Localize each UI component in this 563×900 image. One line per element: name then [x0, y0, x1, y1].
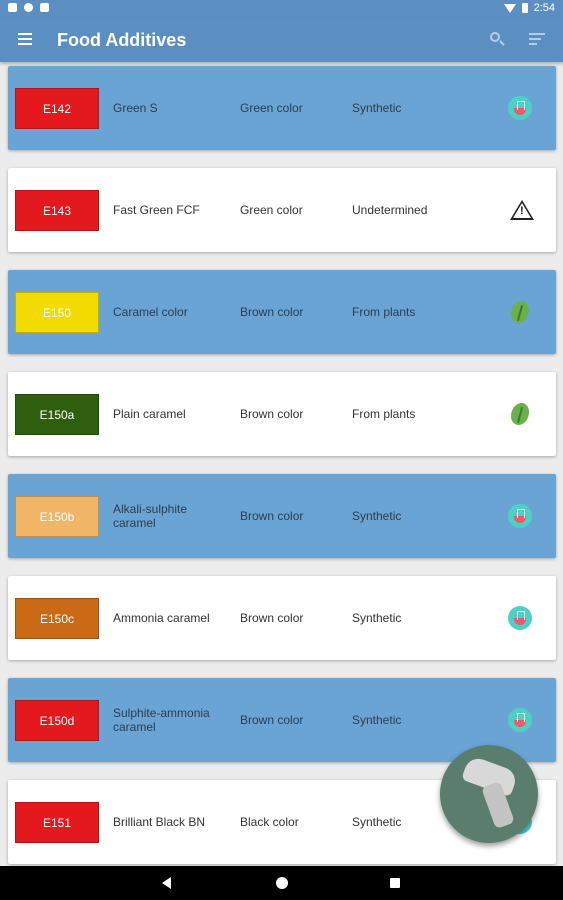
additive-name: Plain caramel [113, 407, 186, 421]
additive-function: Brown color [240, 611, 304, 625]
additive-origin: Synthetic [352, 101, 402, 115]
warning-icon [510, 200, 534, 220]
e-number-badge: E142 [15, 88, 99, 129]
e-number-badge: E150 [15, 292, 99, 333]
app-title: Food Additives [57, 30, 187, 50]
search-icon[interactable] [489, 31, 505, 47]
additive-origin: From plants [352, 305, 416, 319]
flask-icon [508, 504, 532, 528]
additive-origin: Synthetic [352, 611, 402, 625]
recent-apps-icon[interactable] [390, 878, 400, 888]
additive-name: Alkali-sulphite caramel [113, 502, 188, 530]
additive-function: Green color [240, 203, 303, 217]
notification-icons [8, 3, 49, 12]
e-number-badge: E143 [15, 190, 99, 231]
additive-function: Brown color [240, 305, 304, 319]
wifi-icon [503, 3, 516, 13]
additive-name: Green S [113, 101, 158, 115]
additive-card[interactable]: E150b Alkali-sulphite caramel Brown color S… [8, 474, 556, 558]
menu-icon[interactable] [18, 33, 32, 45]
additive-name: Sulphite-ammonia caramel [113, 706, 210, 734]
additive-origin: From plants [352, 407, 416, 421]
additive-name: Brilliant Black BN [113, 815, 206, 829]
additive-origin: Undetermined [352, 203, 428, 217]
additive-name: Fast Green FCF [113, 203, 200, 217]
additive-function: Brown color [240, 407, 304, 421]
additive-function: Brown color [240, 713, 304, 727]
additive-origin: Synthetic [352, 509, 402, 523]
flask-icon [508, 708, 532, 732]
notification-icon [8, 3, 17, 12]
status-time: 2:54 [533, 2, 555, 14]
additive-card[interactable]: E150 Caramel color Brown color From plants [8, 270, 556, 354]
status-bar: 2:54 [0, 0, 563, 18]
e-number-badge: E150c [15, 598, 99, 639]
navigation-bar [0, 866, 563, 900]
sync-icon [24, 3, 33, 12]
sort-icon[interactable] [529, 33, 545, 45]
barcode-scanner-button[interactable] [440, 745, 538, 843]
battery-icon [521, 3, 528, 13]
app-bar: Food Additives [0, 18, 563, 62]
leaf-icon [511, 301, 529, 323]
leaf-icon [511, 403, 529, 425]
additive-function: Brown color [240, 509, 304, 523]
additive-card[interactable]: E150a Plain caramel Brown color From plants [8, 372, 556, 456]
additive-card[interactable]: E150c Ammonia caramel Brown color Synthetic [8, 576, 556, 660]
additive-name: Caramel color [113, 305, 188, 319]
e-number-badge: E150b [15, 496, 99, 537]
back-icon[interactable] [162, 877, 171, 889]
sd-card-icon [40, 3, 49, 12]
home-icon[interactable] [276, 877, 288, 889]
additive-origin: Synthetic [352, 815, 402, 829]
additive-function: Black color [240, 815, 299, 829]
e-number-badge: E150d [15, 700, 99, 741]
additive-function: Green color [240, 101, 303, 115]
additive-card[interactable]: E142 Green S Green color Synthetic [8, 66, 556, 150]
flask-icon [508, 606, 532, 630]
e-number-badge: E150a [15, 394, 99, 435]
additive-card[interactable]: E143 Fast Green FCF Green color Undetermine… [8, 168, 556, 252]
e-number-badge: E151 [15, 802, 99, 843]
additive-origin: Synthetic [352, 713, 402, 727]
additive-name: Ammonia caramel [113, 611, 210, 625]
flask-icon [508, 96, 532, 120]
